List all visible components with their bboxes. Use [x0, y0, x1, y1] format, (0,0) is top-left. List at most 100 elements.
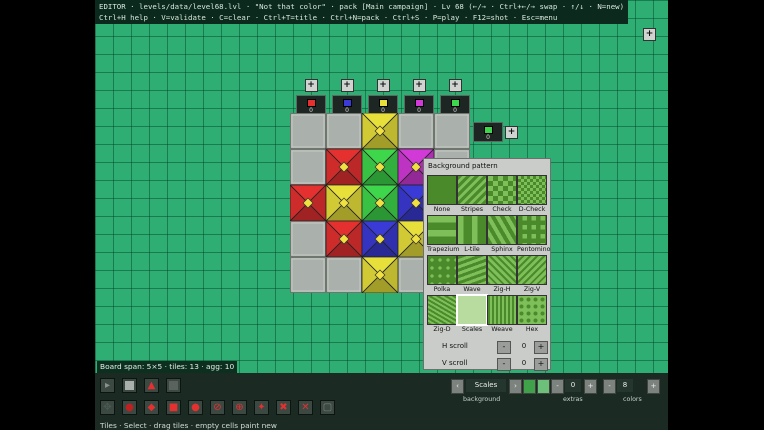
red-x-thin-tool-button[interactable]: ✕	[298, 400, 313, 415]
add-yellow-button[interactable]: +	[376, 79, 390, 92]
pattern-hex-icon	[517, 295, 547, 325]
red-swatch[interactable]: 0	[296, 95, 326, 115]
pattern-label: Weave	[491, 326, 513, 333]
blue-swatch[interactable]: 0	[332, 95, 362, 115]
pattern-option-polka[interactable]: Polka	[427, 255, 457, 293]
red-circle-tool-button[interactable]: ●	[188, 400, 203, 415]
bg-color-b-swatch[interactable]	[537, 379, 550, 394]
column-header-red: +0	[296, 79, 326, 115]
tile-blue[interactable]	[361, 220, 399, 258]
red-x-tool-button[interactable]: ✖	[276, 400, 291, 415]
red-square-icon: ■	[168, 402, 179, 413]
empty-cell[interactable]	[290, 257, 326, 293]
v-scroll-plus-button[interactable]: +	[534, 358, 548, 371]
add-row-button[interactable]: +	[505, 126, 518, 139]
bg-color-a-swatch[interactable]	[523, 379, 536, 394]
pattern-option-zig-v[interactable]: Zig-V	[517, 255, 547, 293]
empty-cell[interactable]	[290, 113, 326, 149]
pattern-zigh-icon	[487, 255, 517, 285]
yellow-swatch[interactable]: 0	[368, 95, 398, 115]
pattern-option-hex[interactable]: Hex	[517, 295, 547, 333]
pattern-weave-icon	[487, 295, 517, 325]
pattern-zigd-icon	[427, 295, 457, 325]
tile-yellow[interactable]	[361, 256, 399, 293]
empty-cell[interactable]	[290, 221, 326, 257]
pattern-option-check[interactable]: Check	[487, 175, 517, 213]
pattern-none-icon	[427, 175, 457, 205]
blue-swatch-icon	[343, 99, 352, 107]
empty-cell[interactable]	[326, 257, 362, 293]
pattern-option-pentomino[interactable]: Pentomino	[517, 215, 551, 253]
pattern-label: Sphinx	[491, 246, 513, 253]
add-magenta-button[interactable]: +	[412, 79, 426, 92]
h-scroll-minus-button[interactable]: -	[497, 341, 511, 354]
pattern-option-l-tile[interactable]: L-tile	[457, 215, 487, 253]
pattern-label: Trapezium	[427, 246, 460, 253]
pattern-option-none[interactable]: None	[427, 175, 457, 213]
pattern-label: Scales	[461, 326, 483, 333]
pattern-option-weave[interactable]: Weave	[487, 295, 517, 333]
red-x-thin-icon: ✕	[301, 402, 310, 413]
editor-canvas[interactable]: EDITOR · levels/data/level68.lvl · "Not …	[95, 0, 668, 430]
h-scroll-plus-button[interactable]: +	[534, 341, 548, 354]
pattern-option-stripes[interactable]: Stripes	[457, 175, 487, 213]
side-color-swatch[interactable]: 0	[473, 122, 503, 142]
pattern-check-icon	[487, 175, 517, 205]
red-ban-tool-button[interactable]: ⊘	[210, 400, 225, 415]
add-corner-button[interactable]: +	[643, 28, 656, 41]
pattern-label: Check	[492, 206, 512, 213]
pattern-label: Pentomino	[517, 246, 551, 253]
red-star-tool-button[interactable]: ✦	[254, 400, 269, 415]
add-green-button[interactable]: +	[448, 79, 462, 92]
pattern-option-sphinx[interactable]: Sphinx	[487, 215, 517, 253]
dark-tile-tool-button[interactable]	[166, 378, 181, 393]
add-blue-button[interactable]: +	[340, 79, 354, 92]
tile-red[interactable]	[325, 220, 363, 258]
frame-tool-button[interactable]: ▢	[320, 400, 335, 415]
tile-tool-button[interactable]	[122, 378, 137, 393]
background-next-button[interactable]: ›	[509, 379, 522, 394]
tile-yellow[interactable]	[325, 184, 363, 222]
tile-green[interactable]	[361, 148, 399, 186]
pattern-sphinx-icon	[487, 215, 517, 245]
green-swatch[interactable]: 0	[440, 95, 470, 115]
select-tool-button[interactable]: ▸	[100, 378, 115, 393]
pattern-label: Stripes	[461, 206, 483, 213]
pattern-grid: None Stripes Check D-Check Trapezium L-tile Sp…	[427, 175, 551, 333]
column-header-yellow: +0	[368, 79, 398, 115]
extras-minus-button[interactable]: -	[551, 379, 564, 394]
empty-cell[interactable]	[398, 113, 434, 149]
tile-green[interactable]	[361, 184, 399, 222]
colors-minus-button[interactable]: -	[603, 379, 616, 394]
red-triangle-tool-button[interactable]: ▲	[144, 378, 159, 393]
bomb-tool-button[interactable]: ●	[122, 400, 137, 415]
extras-plus-button[interactable]: +	[584, 379, 597, 394]
pattern-option-wave[interactable]: Wave	[457, 255, 487, 293]
empty-cell[interactable]	[434, 113, 470, 149]
tile-red[interactable]	[290, 184, 327, 222]
tile-yellow[interactable]	[361, 113, 399, 150]
tile-red[interactable]	[325, 148, 363, 186]
extras-value: 0	[565, 379, 581, 392]
v-scroll-label: V scroll	[442, 359, 468, 367]
background-prev-button[interactable]: ‹	[451, 379, 464, 394]
pattern-option-zig-h[interactable]: Zig-H	[487, 255, 517, 293]
empty-cell[interactable]	[290, 149, 326, 185]
add-red-button[interactable]: +	[304, 79, 318, 92]
red-diamond-tool-button[interactable]: ◆	[144, 400, 159, 415]
magenta-swatch[interactable]: 0	[404, 95, 434, 115]
pattern-option-scales[interactable]: Scales	[456, 294, 488, 333]
background-pattern-panel: Background pattern None Stripes Check D-Che…	[423, 158, 551, 371]
empty-cell[interactable]	[326, 113, 362, 149]
colors-plus-button[interactable]: +	[647, 379, 660, 394]
editor-header: EDITOR · levels/data/level68.lvl · "Not …	[95, 0, 629, 24]
pattern-option-trapezium[interactable]: Trapezium	[427, 215, 460, 253]
pattern-option-d-check[interactable]: D-Check	[517, 175, 547, 213]
move-tool-button[interactable]: ✥	[100, 400, 115, 415]
red-square-tool-button[interactable]: ■	[166, 400, 181, 415]
red-cross-circle-tool-button[interactable]: ⊕	[232, 400, 247, 415]
pattern-ltile-icon	[457, 215, 487, 245]
v-scroll-minus-button[interactable]: -	[497, 358, 511, 371]
pattern-option-zig-d[interactable]: Zig-D	[427, 295, 457, 333]
header-line-2: Ctrl+H help · V=validate · C=clear · Ctr…	[99, 13, 558, 22]
